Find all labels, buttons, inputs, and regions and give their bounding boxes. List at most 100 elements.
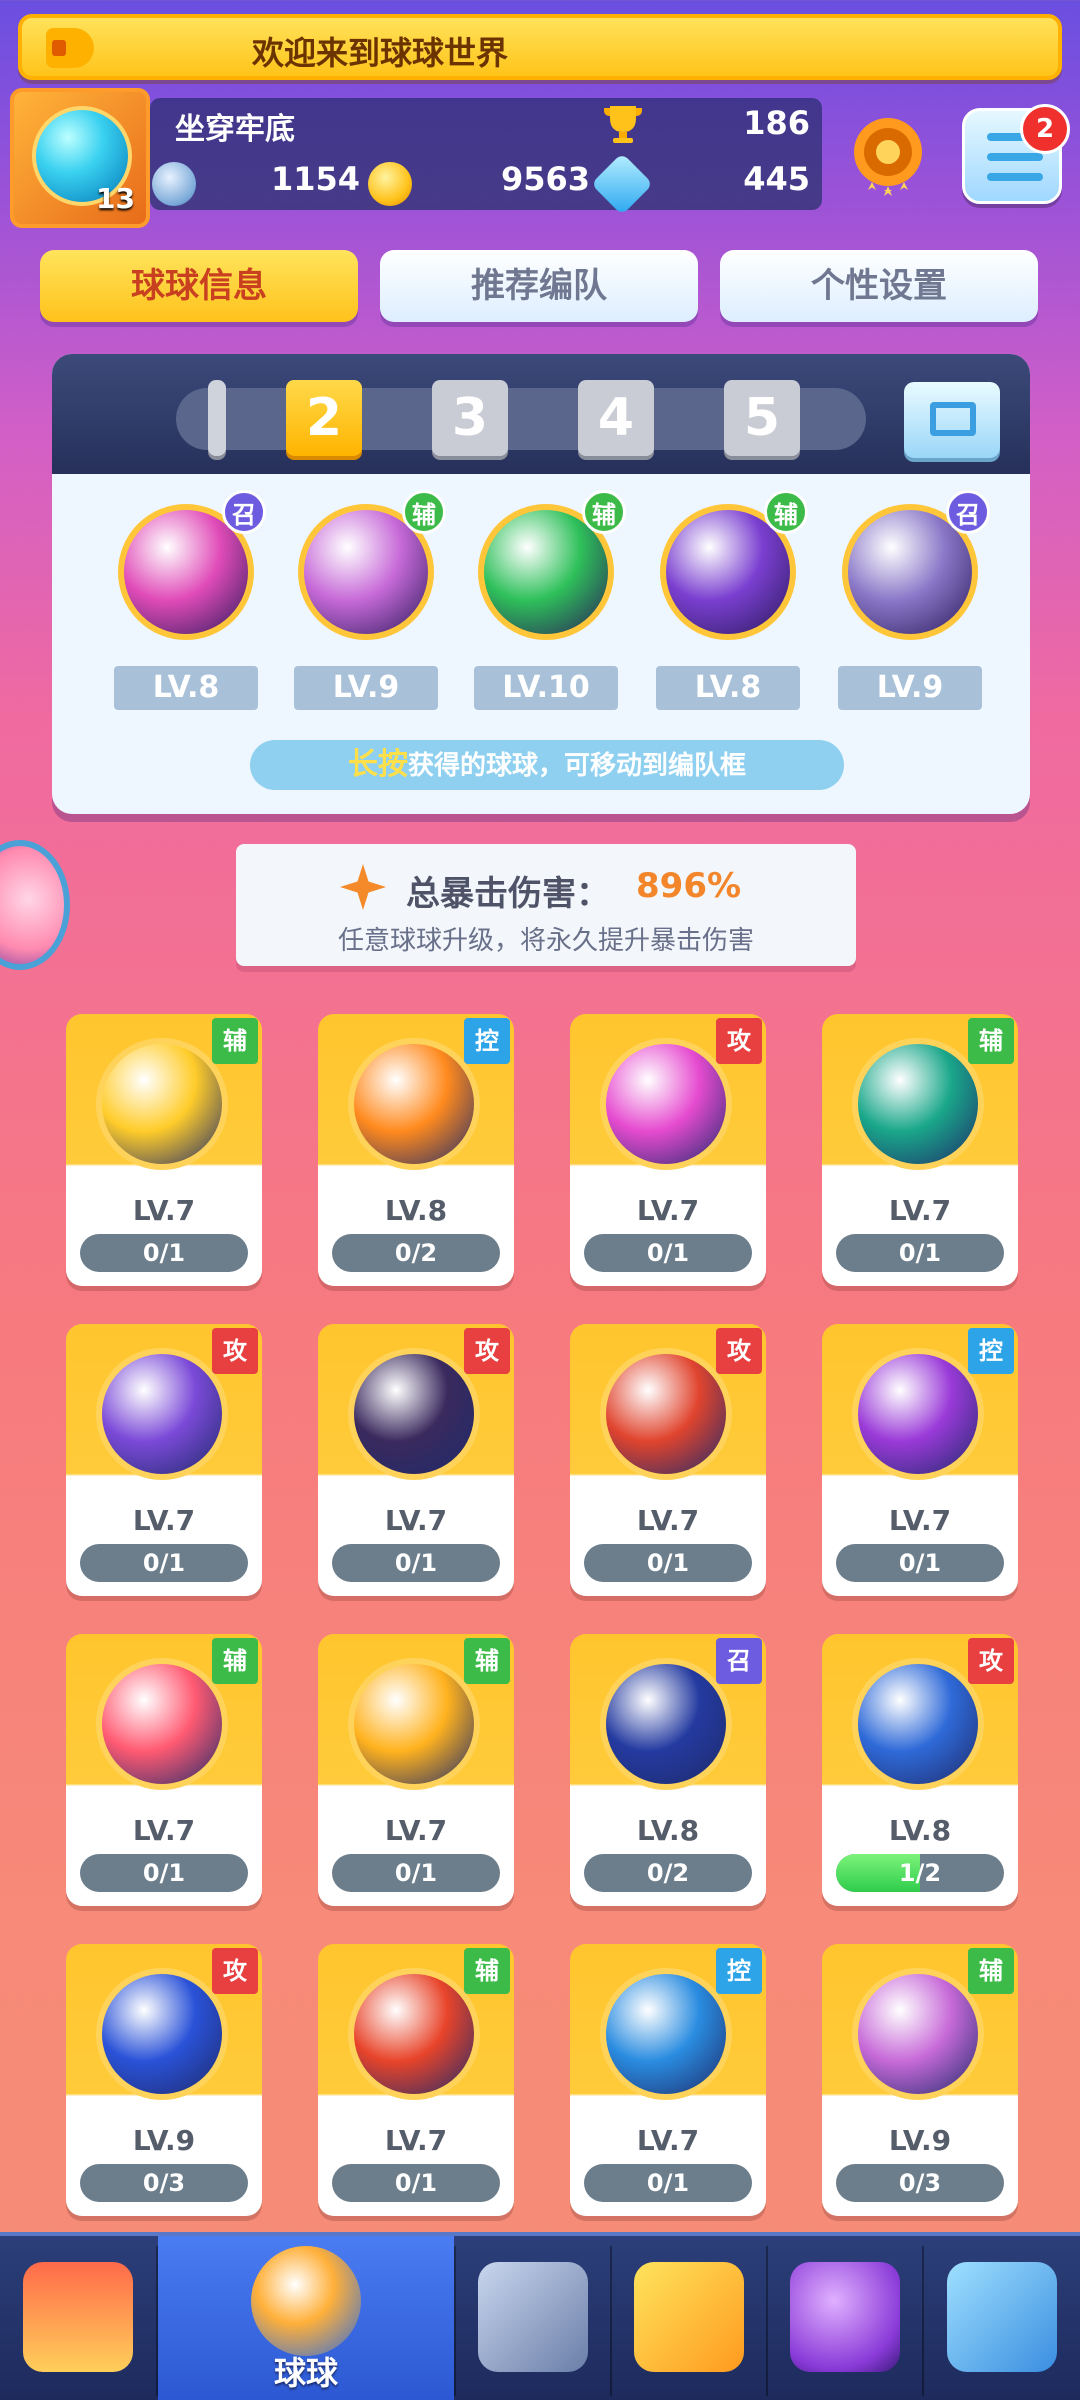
share-button[interactable] <box>904 382 1000 458</box>
ball-level: LV.7 <box>384 1814 448 1847</box>
ball-icon <box>96 1968 228 2100</box>
ball-card[interactable]: 控 LV.7 0/1 <box>822 1324 1018 1596</box>
ball-progress-bar: 0/2 <box>332 1234 500 1272</box>
ball-card[interactable]: 辅 LV.9 0/3 <box>822 1944 1018 2216</box>
nav-item-planet[interactable] <box>768 2236 922 2400</box>
ball-icon <box>96 1348 228 1480</box>
team-number-2[interactable]: 2 <box>286 380 362 456</box>
ball-icon <box>348 1038 480 1170</box>
nav-item-balls[interactable]: 球球 <box>158 2236 454 2400</box>
ball-level: LV.7 <box>132 1504 196 1537</box>
trophy-count: 186 <box>743 104 810 142</box>
ball-progress-bar: 0/3 <box>80 2164 248 2202</box>
resource-coin-value: 9563 <box>500 160 590 198</box>
ball-card[interactable]: 控 LV.7 0/1 <box>570 1944 766 2216</box>
ball-card[interactable]: 攻 LV.9 0/3 <box>66 1944 262 2216</box>
ball-progress-bar: 0/1 <box>836 1234 1004 1272</box>
ball-card[interactable]: 辅 LV.7 0/1 <box>822 1014 1018 1286</box>
ball-type-tag: 辅 <box>764 490 808 534</box>
ball-type-tag: 召 <box>716 1638 762 1684</box>
ball-type-tag: 控 <box>716 1948 762 1994</box>
ball-level: LV.7 <box>636 1194 700 1227</box>
shop-icon <box>23 2262 133 2372</box>
ball-card[interactable]: 攻 LV.7 0/1 <box>66 1324 262 1596</box>
ball-card[interactable]: 辅 LV.7 0/1 <box>318 1944 514 2216</box>
crit-value: 896% <box>636 866 742 906</box>
ball-card[interactable]: 攻 LV.7 0/1 <box>570 1014 766 1286</box>
ball-type-tag: 辅 <box>582 490 626 534</box>
ball-progress-bar: 0/1 <box>80 1234 248 1272</box>
team-number-5[interactable]: 5 <box>724 380 800 456</box>
ball-progress-bar: 0/1 <box>332 2164 500 2202</box>
ball-level: LV.7 <box>888 1194 952 1227</box>
ball-icon <box>600 1968 732 2100</box>
ball-type-tag: 辅 <box>968 1948 1014 1994</box>
tab-recommended-team[interactable]: 推荐编队 <box>380 250 698 322</box>
nav-item-chat-heart[interactable] <box>924 2236 1080 2400</box>
tab-ball-info[interactable]: 球球信息 <box>40 250 358 322</box>
team-panel: 2 3 4 5 召 LV.8 辅 LV.9 辅 LV.10 辅 LV.8 召 LV.9 长按获得的… <box>52 354 1030 814</box>
ball-type-tag: 攻 <box>716 1328 762 1374</box>
ball-type-tag: 辅 <box>212 1638 258 1684</box>
ball-icon <box>348 1968 480 2100</box>
ball-type-tag: 辅 <box>212 1018 258 1064</box>
nav-label: 球球 <box>273 2354 338 2392</box>
ball-progress-text: 0/1 <box>142 1239 186 1267</box>
ball-icon <box>600 1658 732 1790</box>
side-pet-icon[interactable] <box>0 840 70 970</box>
ball-card[interactable]: 辅 LV.7 0/1 <box>66 1014 262 1286</box>
ball-type-tag: 控 <box>968 1328 1014 1374</box>
ball-progress-text: 0/1 <box>394 1549 438 1577</box>
ball-level: LV.8 <box>114 666 258 710</box>
ball-card[interactable]: 辅 LV.7 0/1 <box>318 1634 514 1906</box>
ball-progress-text: 0/1 <box>898 1549 942 1577</box>
ball-card[interactable]: 攻 LV.7 0/1 <box>318 1324 514 1596</box>
team-hint-text: 获得的球球，可移动到编队框 <box>407 751 746 781</box>
ball-progress-text: 0/3 <box>898 2169 942 2197</box>
tab-personal-settings[interactable]: 个性设置 <box>720 250 1038 322</box>
ball-card[interactable]: 攻 LV.8 1/2 <box>822 1634 1018 1906</box>
ball-type-tag: 召 <box>946 490 990 534</box>
ball-progress-text: 0/1 <box>898 1239 942 1267</box>
crit-label: 总暴击伤害： <box>406 874 610 914</box>
nav-item-shop[interactable] <box>0 2236 156 2400</box>
crit-description: 任意球球升级，将永久提升暴击伤害 <box>337 926 754 956</box>
resource-orb-value: 1154 <box>270 160 360 198</box>
ball-level: LV.7 <box>888 1504 952 1537</box>
ball-card[interactable]: 攻 LV.7 0/1 <box>570 1324 766 1596</box>
ball-level: LV.8 <box>636 1814 700 1847</box>
ball-progress-text: 0/1 <box>142 1549 186 1577</box>
blue-orb-icon <box>152 162 196 206</box>
ball-level: LV.7 <box>384 2124 448 2157</box>
ball-progress-bar: 0/1 <box>332 1854 500 1892</box>
rank-badge-icon[interactable] <box>840 110 936 206</box>
ball-card[interactable]: 控 LV.8 0/2 <box>318 1014 514 1286</box>
ball-level: LV.9 <box>838 666 982 710</box>
ball-progress-text: 0/1 <box>646 1549 690 1577</box>
ball-level: LV.7 <box>132 1194 196 1227</box>
megaphone-icon <box>46 28 94 68</box>
ball-icon <box>852 1968 984 2100</box>
ball-card[interactable]: 召 LV.8 0/2 <box>570 1634 766 1906</box>
ball-type-tag: 召 <box>222 490 266 534</box>
whistle-icon <box>634 2262 744 2372</box>
ball-icon <box>348 1658 480 1790</box>
ball-progress-text: 0/1 <box>394 2169 438 2197</box>
ball-icon <box>96 1658 228 1790</box>
ball-progress-bar: 0/1 <box>584 1234 752 1272</box>
ball-type-tag: 攻 <box>968 1638 1014 1684</box>
ball-level: LV.7 <box>132 1814 196 1847</box>
team-number-1[interactable] <box>208 380 226 456</box>
team-number-4[interactable]: 4 <box>578 380 654 456</box>
nav-item-battle-swords[interactable] <box>456 2236 610 2400</box>
ball-progress-text: 0/2 <box>394 1239 438 1267</box>
ball-level: LV.7 <box>636 2124 700 2157</box>
ball-type-tag: 辅 <box>402 490 446 534</box>
ball-card[interactable]: 辅 LV.7 0/1 <box>66 1634 262 1906</box>
ball-progress-bar: 0/1 <box>584 2164 752 2202</box>
team-number-3[interactable]: 3 <box>432 380 508 456</box>
player-avatar[interactable]: 13 <box>10 88 150 228</box>
battle-swords-icon <box>478 2262 588 2372</box>
nav-item-whistle[interactable] <box>612 2236 766 2400</box>
announcement-bar[interactable]: 欢迎来到球球世界 <box>18 14 1062 80</box>
